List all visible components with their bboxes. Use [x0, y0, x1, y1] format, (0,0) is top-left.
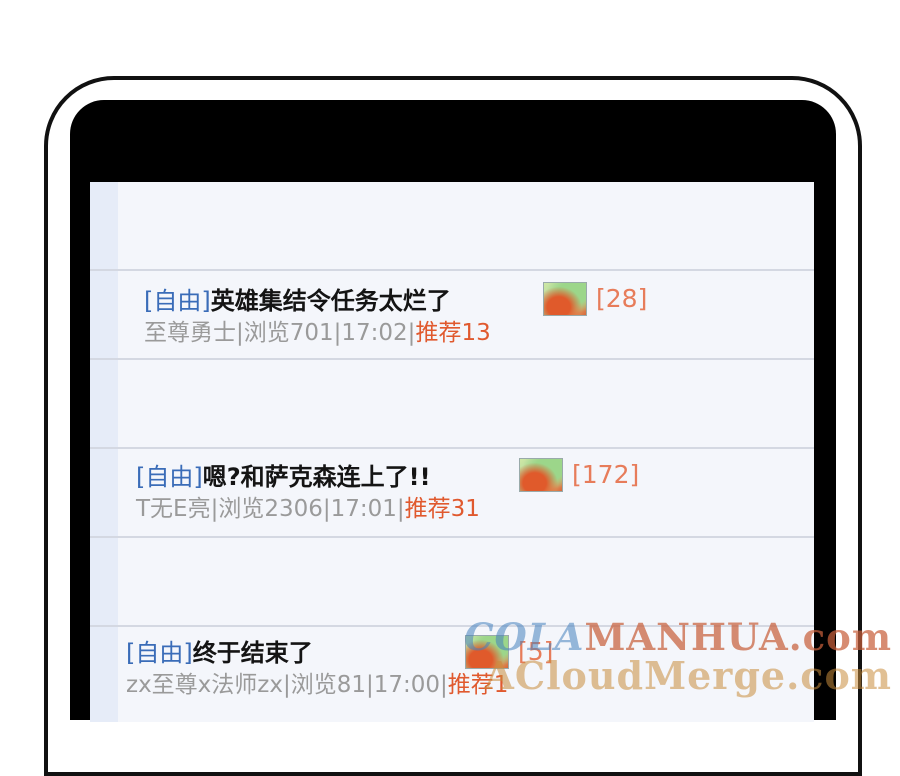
post-tag: [自由]	[126, 639, 193, 667]
post-meta-text: T无E亮|浏览2306|17:01|	[136, 496, 405, 522]
reply-count: [28]	[596, 284, 648, 313]
reply-count: [172]	[572, 460, 640, 489]
post-meta: 至尊勇士|浏览701|17:02|推荐13	[144, 318, 491, 348]
post-tag: [自由]	[144, 287, 211, 315]
post-title-line: [自由] 嗯?和萨克森连上了!!	[136, 462, 480, 492]
recommend-count: 推荐31	[404, 496, 480, 522]
list-divider	[90, 625, 814, 627]
forum-screen: [自由] 英雄集结令任务太烂了 至尊勇士|浏览701|17:02|推荐13 [28…	[90, 182, 814, 722]
list-divider	[90, 358, 814, 360]
recommend-count: 推荐13	[415, 320, 491, 346]
post-meta-text: 至尊勇士|浏览701|17:02|	[144, 320, 416, 346]
list-divider	[90, 447, 814, 449]
list-divider	[90, 269, 814, 271]
post-meta: T无E亮|浏览2306|17:01|推荐31	[136, 494, 480, 524]
post-title-line: [自由] 终于结束了	[126, 638, 508, 668]
screen-side-stripe	[90, 182, 118, 722]
post-tag: [自由]	[136, 463, 203, 491]
post-meta: zx至尊x法师zx|浏览81|17:00|推荐1	[126, 670, 508, 700]
image-thumbnail-icon[interactable]	[465, 635, 509, 669]
image-thumbnail-icon[interactable]	[519, 458, 563, 492]
list-item[interactable]: [自由] 英雄集结令任务太烂了 至尊勇士|浏览701|17:02|推荐13	[144, 286, 491, 348]
post-title-line: [自由] 英雄集结令任务太烂了	[144, 286, 491, 316]
post-title[interactable]: 英雄集结令任务太烂了	[211, 286, 451, 316]
list-item[interactable]: [自由] 嗯?和萨克森连上了!! T无E亮|浏览2306|17:01|推荐31	[136, 462, 480, 524]
post-title[interactable]: 嗯?和萨克森连上了!!	[203, 462, 431, 492]
reply-count: [5]	[518, 637, 554, 666]
image-thumbnail-icon[interactable]	[543, 282, 587, 316]
post-meta-text: zx至尊x法师zx|浏览81|17:00|	[126, 672, 448, 698]
post-title[interactable]: 终于结束了	[193, 638, 313, 668]
list-item[interactable]: [自由] 终于结束了 zx至尊x法师zx|浏览81|17:00|推荐1	[126, 638, 508, 700]
recommend-count: 推荐1	[447, 672, 509, 698]
list-divider	[90, 536, 814, 538]
